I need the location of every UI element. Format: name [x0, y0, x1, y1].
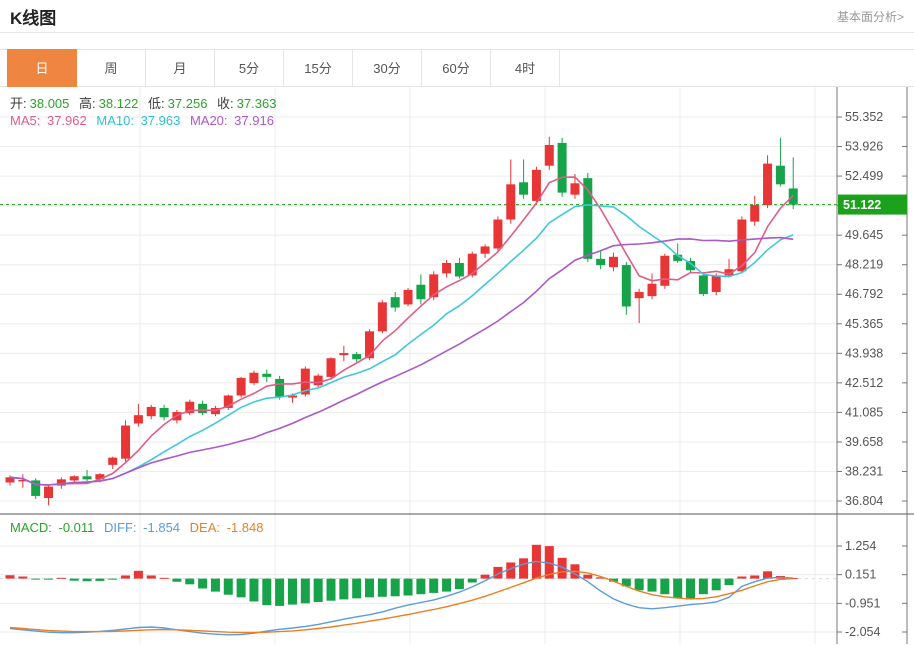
interval-tabs: 日周月5分15分30分60分4时	[0, 49, 914, 87]
tab-5分[interactable]: 5分	[214, 49, 284, 87]
macd-label: MACD:	[10, 520, 52, 535]
ma5-label: MA5:	[10, 113, 40, 128]
tab-15分[interactable]: 15分	[283, 49, 353, 87]
kline-chart-area[interactable]: 开:38.005 高:38.122 低:37.256 收:37.363 MA5:…	[0, 87, 914, 644]
current-price-tag: 51.122	[838, 195, 907, 215]
dea-value: -1.848	[227, 520, 264, 535]
macd-histogram	[6, 545, 798, 606]
fundamental-analysis-link[interactable]: 基本面分析>	[837, 8, 904, 25]
svg-text:-2.054: -2.054	[845, 625, 880, 639]
tab-30分[interactable]: 30分	[352, 49, 422, 87]
tab-4时[interactable]: 4时	[490, 49, 560, 87]
tab-60分[interactable]: 60分	[421, 49, 491, 87]
ma5-value: 37.962	[47, 113, 87, 128]
page-title: K线图	[10, 4, 56, 29]
macd-value: -0.011	[59, 520, 95, 535]
diff-label: DIFF:	[104, 520, 137, 535]
kline-chart-svg[interactable]: 55.352 53.926 52.499 51.122 49.645 48.219 46.7…	[0, 87, 914, 644]
tab-日[interactable]: 日	[7, 49, 77, 87]
axis-labels: 55.352 53.926 52.499 51.122 49.645 48.219 46.7…	[837, 110, 907, 639]
ma10-value: 37.963	[141, 113, 181, 128]
svg-text:0.151: 0.151	[845, 568, 876, 582]
svg-text:36.804: 36.804	[845, 494, 883, 508]
svg-text:55.352: 55.352	[845, 110, 883, 124]
candlesticks	[6, 137, 798, 506]
svg-text:41.085: 41.085	[845, 405, 883, 419]
svg-text:48.219: 48.219	[845, 258, 883, 272]
svg-text:45.365: 45.365	[845, 317, 883, 331]
macd-row: MACD: -0.011 DIFF: -1.854 DEA: -1.848	[10, 520, 270, 535]
svg-text:43.938: 43.938	[845, 346, 883, 360]
open-label: 开:	[10, 96, 27, 111]
high-value: 38.122	[99, 96, 139, 111]
svg-text:38.231: 38.231	[845, 464, 883, 478]
ma20-label: MA20:	[190, 113, 228, 128]
svg-text:-0.951: -0.951	[845, 596, 880, 610]
close-value: 37.363	[237, 96, 277, 111]
ma-row: MA5: 37.962 MA10: 37.963 MA20: 37.916	[10, 113, 280, 128]
svg-text:51.122: 51.122	[843, 198, 881, 212]
svg-text:1.254: 1.254	[845, 539, 876, 553]
dea-label: DEA:	[190, 520, 220, 535]
ohlc-row: 开:38.005 高:38.122 低:37.256 收:37.363	[10, 93, 282, 112]
close-label: 收:	[217, 96, 234, 111]
svg-text:49.645: 49.645	[845, 228, 883, 242]
high-label: 高:	[79, 96, 96, 111]
tab-月[interactable]: 月	[145, 49, 215, 87]
open-value: 38.005	[30, 96, 70, 111]
svg-text:53.926: 53.926	[845, 140, 883, 154]
ma10-label: MA10:	[96, 113, 134, 128]
page-header: K线图 基本面分析>	[0, 0, 914, 33]
low-label: 低:	[148, 96, 165, 111]
tab-周[interactable]: 周	[76, 49, 146, 87]
low-value: 37.256	[168, 96, 208, 111]
svg-text:42.512: 42.512	[845, 376, 883, 390]
ma20-value: 37.916	[234, 113, 274, 128]
svg-text:39.658: 39.658	[845, 435, 883, 449]
diff-value: -1.854	[143, 520, 180, 535]
svg-text:46.792: 46.792	[845, 287, 883, 301]
svg-text:52.499: 52.499	[845, 169, 883, 183]
